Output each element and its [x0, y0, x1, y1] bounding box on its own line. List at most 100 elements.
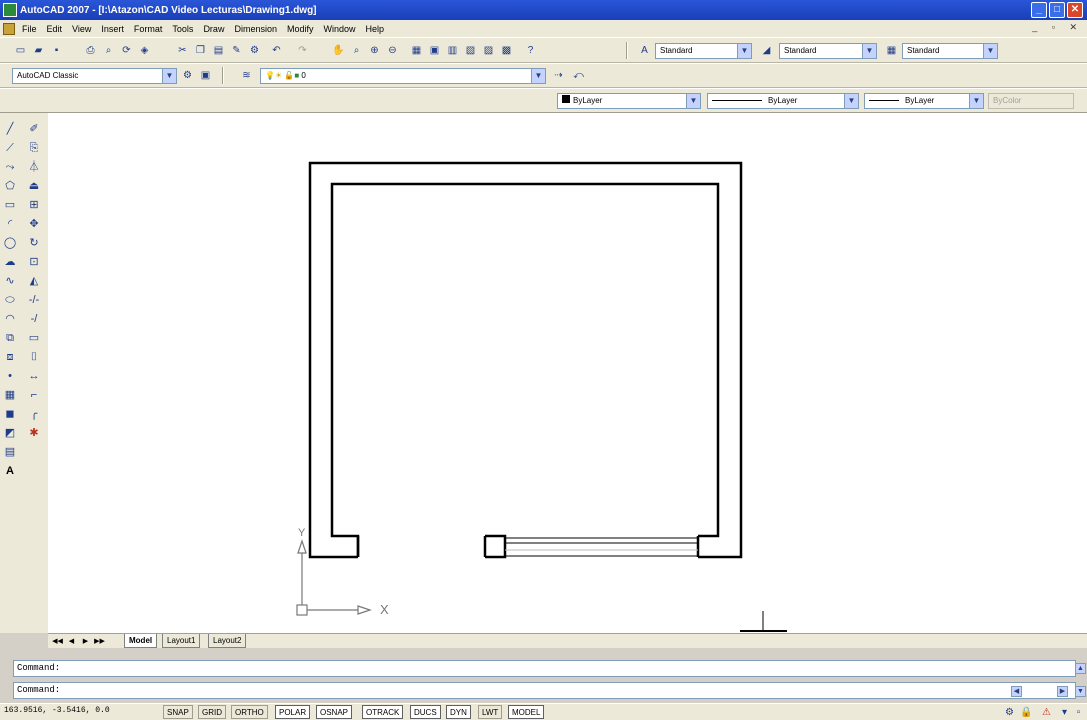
quickcalc-icon[interactable]: ▩ — [500, 44, 513, 57]
maximize-button[interactable]: □ — [1049, 2, 1065, 18]
help-icon[interactable]: ? — [524, 44, 537, 57]
redo-icon[interactable]: ↷ — [296, 44, 309, 57]
last-tab-icon[interactable]: ▶▶ — [94, 636, 105, 647]
gradient-icon[interactable]: ◼ — [2, 406, 18, 422]
explode-icon[interactable]: ✱ — [26, 425, 42, 441]
osnap-toggle[interactable]: OSNAP — [316, 705, 353, 719]
close-button[interactable]: ✕ — [1067, 2, 1083, 18]
plot-icon[interactable]: ⎙ — [84, 44, 97, 57]
command-scroll-right-icon[interactable]: ▶ — [1057, 686, 1068, 697]
circle-icon[interactable]: ◯ — [2, 235, 18, 251]
dim-style-dropdown[interactable]: Standard ▼ — [779, 43, 877, 59]
text-style-icon[interactable]: A — [638, 44, 651, 57]
ortho-toggle[interactable]: ORTHO — [231, 705, 268, 719]
insert-block-icon[interactable]: ⧉ — [2, 330, 18, 346]
chamfer-icon[interactable]: ⌐ — [26, 387, 42, 403]
ducs-toggle[interactable]: DUCS — [410, 705, 441, 719]
document-icon[interactable] — [3, 22, 15, 35]
autocad-app-icon[interactable] — [3, 3, 17, 17]
drawing-area[interactable]: Y X — [48, 113, 1087, 633]
table-style-icon[interactable]: ▦ — [885, 44, 898, 57]
polyline-icon[interactable]: ⤳ — [2, 159, 18, 175]
properties-icon[interactable]: ▦ — [410, 44, 423, 57]
sheet-set-manager-icon[interactable]: ▧ — [464, 44, 477, 57]
model-toggle[interactable]: MODEL — [508, 705, 545, 719]
erase-icon[interactable]: ✐ — [26, 121, 42, 137]
tool-palettes-icon[interactable]: ▥ — [446, 44, 459, 57]
tab-layout2[interactable]: Layout2 — [208, 634, 247, 648]
markup-set-manager-icon[interactable]: ▨ — [482, 44, 495, 57]
offset-icon[interactable]: ⏏ — [26, 178, 42, 194]
polar-toggle[interactable]: POLAR — [275, 705, 311, 719]
ellipse-icon[interactable]: ⬭ — [2, 292, 18, 308]
new-icon[interactable]: ▭ — [14, 44, 27, 57]
open-icon[interactable]: ▰ — [32, 44, 45, 57]
scale-icon[interactable]: ⊡ — [26, 254, 42, 270]
rotate-icon[interactable]: ↻ — [26, 235, 42, 251]
tab-model[interactable]: Model — [124, 634, 158, 648]
fillet-icon[interactable]: ╭ — [26, 406, 42, 422]
zoom-window-icon[interactable]: ⊕ — [368, 44, 381, 57]
make-block-icon[interactable]: ⧈ — [2, 349, 18, 365]
polygon-icon[interactable]: ⬠ — [2, 178, 18, 194]
table-style-dropdown[interactable]: Standard ▼ — [902, 43, 998, 59]
multiline-text-icon[interactable]: A — [2, 463, 18, 479]
minimize-button[interactable]: _ — [1031, 2, 1047, 18]
layer-previous-icon[interactable]: ⤺ — [572, 69, 585, 82]
arc-icon[interactable]: ◜ — [2, 216, 18, 232]
otrack-toggle[interactable]: OTRACK — [362, 705, 404, 719]
copy-icon[interactable]: ❐ — [194, 44, 207, 57]
menu-dimension[interactable]: Dimension — [229, 24, 282, 34]
my-workspace-icon[interactable]: ▣ — [199, 69, 212, 82]
command-input[interactable]: Command: — [13, 682, 1076, 699]
revision-cloud-icon[interactable]: ☁ — [2, 254, 18, 270]
design-center-icon[interactable]: ▣ — [428, 44, 441, 57]
hatch-icon[interactable]: ▦ — [2, 387, 18, 403]
join-icon[interactable]: ↔ — [26, 368, 42, 384]
plot-preview-icon[interactable]: ⌕ — [102, 44, 115, 57]
match-properties-icon[interactable]: ✎ — [230, 44, 243, 57]
undo-icon[interactable]: ↶ — [270, 44, 283, 57]
menu-format[interactable]: Format — [129, 24, 168, 34]
workspace-dropdown[interactable]: AutoCAD Classic ▼ — [12, 68, 177, 84]
zoom-previous-icon[interactable]: ⊖ — [386, 44, 399, 57]
region-icon[interactable]: ◩ — [2, 425, 18, 441]
menu-insert[interactable]: Insert — [96, 24, 129, 34]
make-layer-current-icon[interactable]: ⇢ — [552, 69, 565, 82]
table-icon[interactable]: ▤ — [2, 444, 18, 460]
pan-icon[interactable]: ✋ — [332, 44, 345, 57]
menu-window[interactable]: Window — [319, 24, 361, 34]
color-dropdown[interactable]: ByLayer ▼ — [557, 93, 701, 109]
menu-draw[interactable]: Draw — [198, 24, 229, 34]
workspace-settings-icon[interactable]: ⚙ — [181, 69, 194, 82]
menu-view[interactable]: View — [67, 24, 96, 34]
status-menu-icon[interactable]: ▾ — [1058, 706, 1071, 719]
command-scroll-down-icon[interactable]: ▼ — [1075, 686, 1086, 697]
ellipse-arc-icon[interactable]: ◠ — [2, 311, 18, 327]
extend-icon[interactable]: -/ — [26, 311, 42, 327]
previous-tab-icon[interactable]: ◀ — [66, 636, 77, 647]
toolbar-lock-icon[interactable]: 🔒 — [1020, 706, 1033, 719]
lineweight-dropdown[interactable]: ByLayer ▼ — [864, 93, 984, 109]
command-scroll-left-icon[interactable]: ◀ — [1011, 686, 1022, 697]
menu-tools[interactable]: Tools — [167, 24, 198, 34]
dim-style-icon[interactable]: ◢ — [760, 44, 773, 57]
3d-dwf-icon[interactable]: ◈ — [138, 44, 151, 57]
stretch-icon[interactable]: ◭ — [26, 273, 42, 289]
snap-toggle[interactable]: SNAP — [163, 705, 193, 719]
rectangle-icon[interactable]: ▭ — [2, 197, 18, 213]
linetype-dropdown[interactable]: ByLayer ▼ — [707, 93, 859, 109]
dyn-toggle[interactable]: DYN — [446, 705, 471, 719]
layer-dropdown[interactable]: 💡☀ 🔓■ 0 ▼ — [260, 68, 546, 84]
tab-layout1[interactable]: Layout1 — [162, 634, 201, 648]
grid-toggle[interactable]: GRID — [198, 705, 226, 719]
copy-object-icon[interactable]: ⎘ — [26, 140, 42, 156]
spline-icon[interactable]: ∿ — [2, 273, 18, 289]
array-icon[interactable]: ⊞ — [26, 197, 42, 213]
layer-properties-icon[interactable]: ≋ — [240, 69, 253, 82]
lwt-toggle[interactable]: LWT — [478, 705, 503, 719]
break-at-point-icon[interactable]: ▭ — [26, 330, 42, 346]
menu-modify[interactable]: Modify — [282, 24, 319, 34]
save-icon[interactable]: ▪ — [50, 44, 63, 57]
communication-center-icon[interactable]: ⚙ — [1003, 706, 1016, 719]
